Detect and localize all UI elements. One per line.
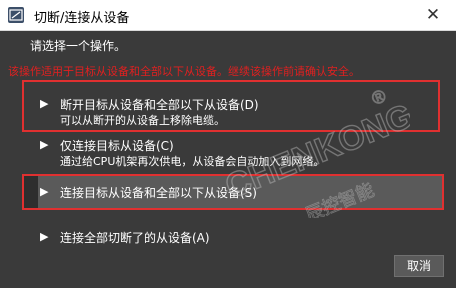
arrow-icon: ▶ — [40, 138, 49, 151]
warning-text: 该操作适用于目标从设备和全部以下从设备。继续该操作前请确认安全。 — [8, 65, 360, 78]
window-title: 切断/连接从设备 — [34, 11, 130, 26]
app-icon — [8, 7, 24, 23]
arrow-icon: ▶ — [40, 230, 49, 243]
arrow-icon: ▶ — [40, 185, 49, 198]
option-title: 仅连接目标从设备(C) — [60, 139, 174, 153]
option-title: 断开目标从设备和全部以下从设备(D) — [60, 98, 259, 112]
option-title: 连接目标从设备和全部以下从设备(S) — [60, 186, 257, 200]
arrow-icon: ▶ — [40, 97, 49, 110]
option-title: 连接全部切断了的从设备(A) — [60, 231, 210, 245]
close-button[interactable]: ✕ — [422, 4, 444, 26]
title-bar: 切断/连接从设备 ✕ — [0, 0, 456, 31]
option-3-selection-bar — [24, 176, 38, 208]
cancel-button[interactable]: 取消 — [394, 255, 444, 277]
option-description: 可以从断开的从设备上移除电缆。 — [60, 114, 225, 127]
prompt-text: 请选择一个操作。 — [30, 39, 127, 53]
option-description: 通过给CPU机架再次供电，从设备会自动加入到网络。 — [60, 155, 325, 168]
